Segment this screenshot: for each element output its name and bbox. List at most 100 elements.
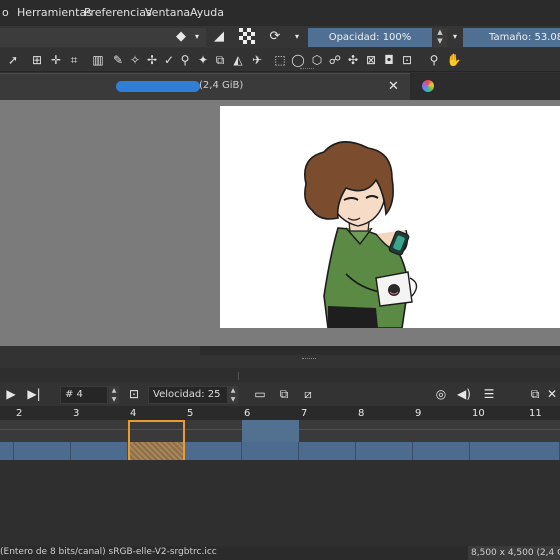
bezier-select-icon[interactable]: ◘	[381, 52, 397, 68]
alpha-lock-icon[interactable]	[238, 28, 256, 46]
timeline-track-upper[interactable]	[0, 420, 560, 442]
similar-select-icon[interactable]: ⊠	[363, 52, 379, 68]
frame-cell[interactable]	[0, 442, 14, 460]
document-tab[interactable]: (2,4 GiB) ✕	[0, 73, 410, 100]
ruler-tick: 6	[244, 408, 251, 419]
status-bar: (Entero de 8 bits/canal) sRGB-elle-V2-sr…	[0, 546, 560, 560]
character-illustration	[304, 141, 418, 329]
close-tab-icon[interactable]: ✕	[388, 79, 399, 94]
color-wheel-icon[interactable]	[422, 80, 434, 92]
playback-controls: ▶ ▶| # 4 ▲▼ ⊡ Velocidad: 25 % ▲▼ ▭ ⧉ ⧄ ◎…	[0, 382, 560, 416]
document-tabbar: (2,4 GiB) ✕	[0, 73, 560, 100]
measure-icon[interactable]: ✓	[161, 52, 177, 68]
ruler-tick: 7	[301, 408, 308, 419]
duplicate-frame-icon[interactable]: ⧉	[276, 386, 292, 402]
paint-bucket-icon[interactable]: ◆	[174, 28, 188, 46]
onion-skin-icon[interactable]: ◎	[432, 386, 450, 402]
menubar: o Herramientas Preferencias Ventana Ayud…	[0, 0, 560, 26]
ruler-tick: 4	[130, 408, 137, 419]
menu-help[interactable]: Ayuda	[190, 6, 224, 19]
play-icon[interactable]: ▶	[4, 386, 18, 402]
add-frame-icon[interactable]: ▭	[252, 386, 268, 402]
brush-tool-icon[interactable]: ✦	[195, 52, 211, 68]
contiguous-select-icon[interactable]: ✣	[345, 52, 361, 68]
ellipse-select-icon[interactable]: ◯	[290, 52, 306, 68]
timeline-empty-area[interactable]	[0, 460, 560, 546]
docker-header	[0, 368, 560, 382]
size-slider[interactable]: Tamaño: 53.08 px	[463, 28, 560, 47]
opacity-slider[interactable]: Opacidad: 100%	[308, 28, 432, 47]
float-docker-icon[interactable]: ⧉	[528, 386, 542, 402]
ruler-tick: 3	[73, 408, 80, 419]
splitter-handle[interactable]	[300, 68, 314, 70]
transform-arrow-icon[interactable]: ➚	[5, 52, 21, 68]
timeline-track-lower[interactable]	[0, 442, 560, 460]
transform-tool-icon[interactable]: ⧉	[212, 52, 228, 68]
menu-icon[interactable]: ☰	[480, 386, 498, 402]
speed-field[interactable]: Velocidad: 25 %	[148, 386, 228, 416]
marker-top	[130, 420, 183, 422]
brush-options-bar: ◆ ▾ ◢ ⟳ ▾ Opacidad: 100% ▲ ▼ ▾ Tamaño: 53…	[0, 26, 560, 48]
document-size-label: (2,4 GiB)	[199, 80, 244, 91]
color-picker-icon[interactable]: ✎	[110, 52, 126, 68]
menu-window[interactable]: Ventana	[145, 6, 190, 19]
frame-cell[interactable]	[242, 442, 299, 460]
frame-cell[interactable]	[413, 442, 470, 460]
ruler-tick: 8	[358, 408, 365, 419]
ruler-tick: 2	[16, 408, 23, 419]
chevron-down-icon[interactable]: ▾	[450, 28, 460, 46]
frame-spinner[interactable]: ▲ ▼	[109, 386, 119, 404]
crop-frame-icon[interactable]: ⊞	[29, 52, 45, 68]
magnetic-select-icon[interactable]: ⊡	[399, 52, 415, 68]
image-size-label[interactable]: 8,500 x 4,500 (2,4 GiB)	[468, 546, 560, 560]
move-icon[interactable]: ✛	[48, 52, 64, 68]
redacted-filename	[116, 81, 200, 92]
ruler-tick: 5	[187, 408, 194, 419]
eraser-icon[interactable]: ◢	[210, 28, 228, 46]
audio-icon[interactable]: ◀)	[456, 386, 472, 402]
reload-preset-icon[interactable]: ⟳	[266, 28, 284, 46]
reference-icon[interactable]: ⚲	[177, 52, 193, 68]
smart-patch-icon[interactable]: ✧	[127, 52, 143, 68]
menu-file-partial[interactable]: o	[2, 6, 9, 19]
freehand-select-icon[interactable]: ☍	[327, 52, 343, 68]
loop-icon[interactable]: ⊡	[126, 386, 142, 402]
next-frame-icon[interactable]: ▶|	[26, 386, 42, 402]
ruler-tick: 11	[529, 408, 542, 419]
ruler-tick: 10	[472, 408, 485, 419]
toolbox-bar: ➚ ⊞ ✛ ⌗ ▥ ✎ ✧ ✢ ✓ ⚲ ✦ ⧉ ◭ ✈ ⬚ ◯ ⬡ ☍ ✣ ⊠ …	[0, 48, 560, 72]
polygon-select-icon[interactable]: ⬡	[309, 52, 325, 68]
frame-cell[interactable]	[14, 442, 71, 460]
crop-icon[interactable]: ⌗	[66, 52, 82, 68]
frame-cell[interactable]	[71, 442, 128, 460]
chevron-down-icon[interactable]: ▾	[292, 28, 302, 46]
chevron-down-icon[interactable]: ▾	[192, 28, 202, 46]
frame-cell-selected-range[interactable]	[242, 420, 299, 442]
splitter-grip[interactable]	[302, 358, 316, 359]
pan-hand-icon[interactable]: ✋	[446, 52, 462, 68]
menu-tools[interactable]: Herramientas	[17, 6, 92, 19]
canvas-paper[interactable]	[220, 106, 560, 329]
docker-splitter[interactable]	[200, 346, 560, 355]
frame-ruler[interactable]: 2 3 4 5 6 7 8 9 10 11	[0, 406, 560, 420]
gradient-icon[interactable]: ▥	[90, 52, 106, 68]
selected-frame-cell[interactable]	[130, 442, 183, 460]
rect-select-icon[interactable]: ⬚	[272, 52, 288, 68]
fill-tool-icon[interactable]: ◭	[230, 52, 246, 68]
frame-cell[interactable]	[299, 442, 356, 460]
frame-cell[interactable]	[356, 442, 413, 460]
close-docker-icon[interactable]: ✕	[546, 386, 558, 402]
canvas-viewport[interactable]	[0, 100, 560, 346]
ruler-tick: 9	[415, 408, 422, 419]
color-profile-label: (Entero de 8 bits/canal) sRGB-elle-V2-sr…	[0, 547, 217, 557]
remove-frame-icon[interactable]: ⧄	[300, 386, 316, 402]
assistant-icon[interactable]: ✢	[144, 52, 160, 68]
speed-spinner[interactable]: ▲ ▼	[228, 386, 238, 404]
pin-icon[interactable]: ✈	[249, 52, 265, 68]
frame-cell[interactable]	[185, 442, 242, 460]
opacity-spinner[interactable]: ▲ ▼	[433, 28, 447, 47]
menu-preferences[interactable]: Preferencias	[84, 6, 152, 19]
current-frame-field[interactable]: # 4	[60, 386, 108, 404]
zoom-icon[interactable]: ⚲	[426, 52, 442, 68]
frame-cell[interactable]	[470, 442, 560, 460]
